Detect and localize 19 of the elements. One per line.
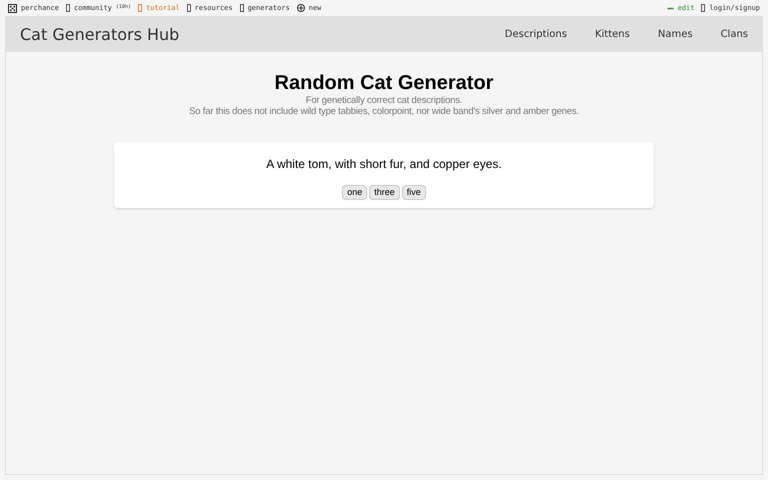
placeholder-glyph-icon bbox=[186, 4, 191, 12]
placeholder-glyph-icon bbox=[701, 4, 706, 12]
result-text: A white tom, with short fur, and copper eyes. bbox=[266, 156, 502, 173]
site-title: Cat Generators Hub bbox=[20, 24, 180, 46]
page-title: Random Cat Generator bbox=[274, 71, 494, 95]
subtitle-text: So far this does not include wild type tabbies, colorpoint, nor wide band's silver and amber genes. bbox=[189, 106, 579, 117]
placeholder-glyph-icon bbox=[138, 4, 142, 12]
nav-link[interactable]: Names bbox=[658, 27, 693, 42]
plus-circle-icon bbox=[296, 4, 305, 12]
generate-button[interactable]: three bbox=[369, 185, 400, 200]
dice-icon bbox=[8, 4, 17, 12]
generate-button[interactable]: one bbox=[342, 185, 368, 200]
placeholder-glyph-icon bbox=[66, 4, 70, 12]
nav-link[interactable]: Descriptions bbox=[504, 27, 567, 42]
nav-link[interactable]: Kittens bbox=[594, 27, 630, 42]
nav-link[interactable]: Clans bbox=[720, 27, 748, 42]
placeholder-glyph-icon bbox=[240, 4, 244, 12]
subtitle-text: For genetically correct cat descriptions. bbox=[306, 95, 462, 106]
generate-button[interactable]: five bbox=[402, 185, 426, 200]
